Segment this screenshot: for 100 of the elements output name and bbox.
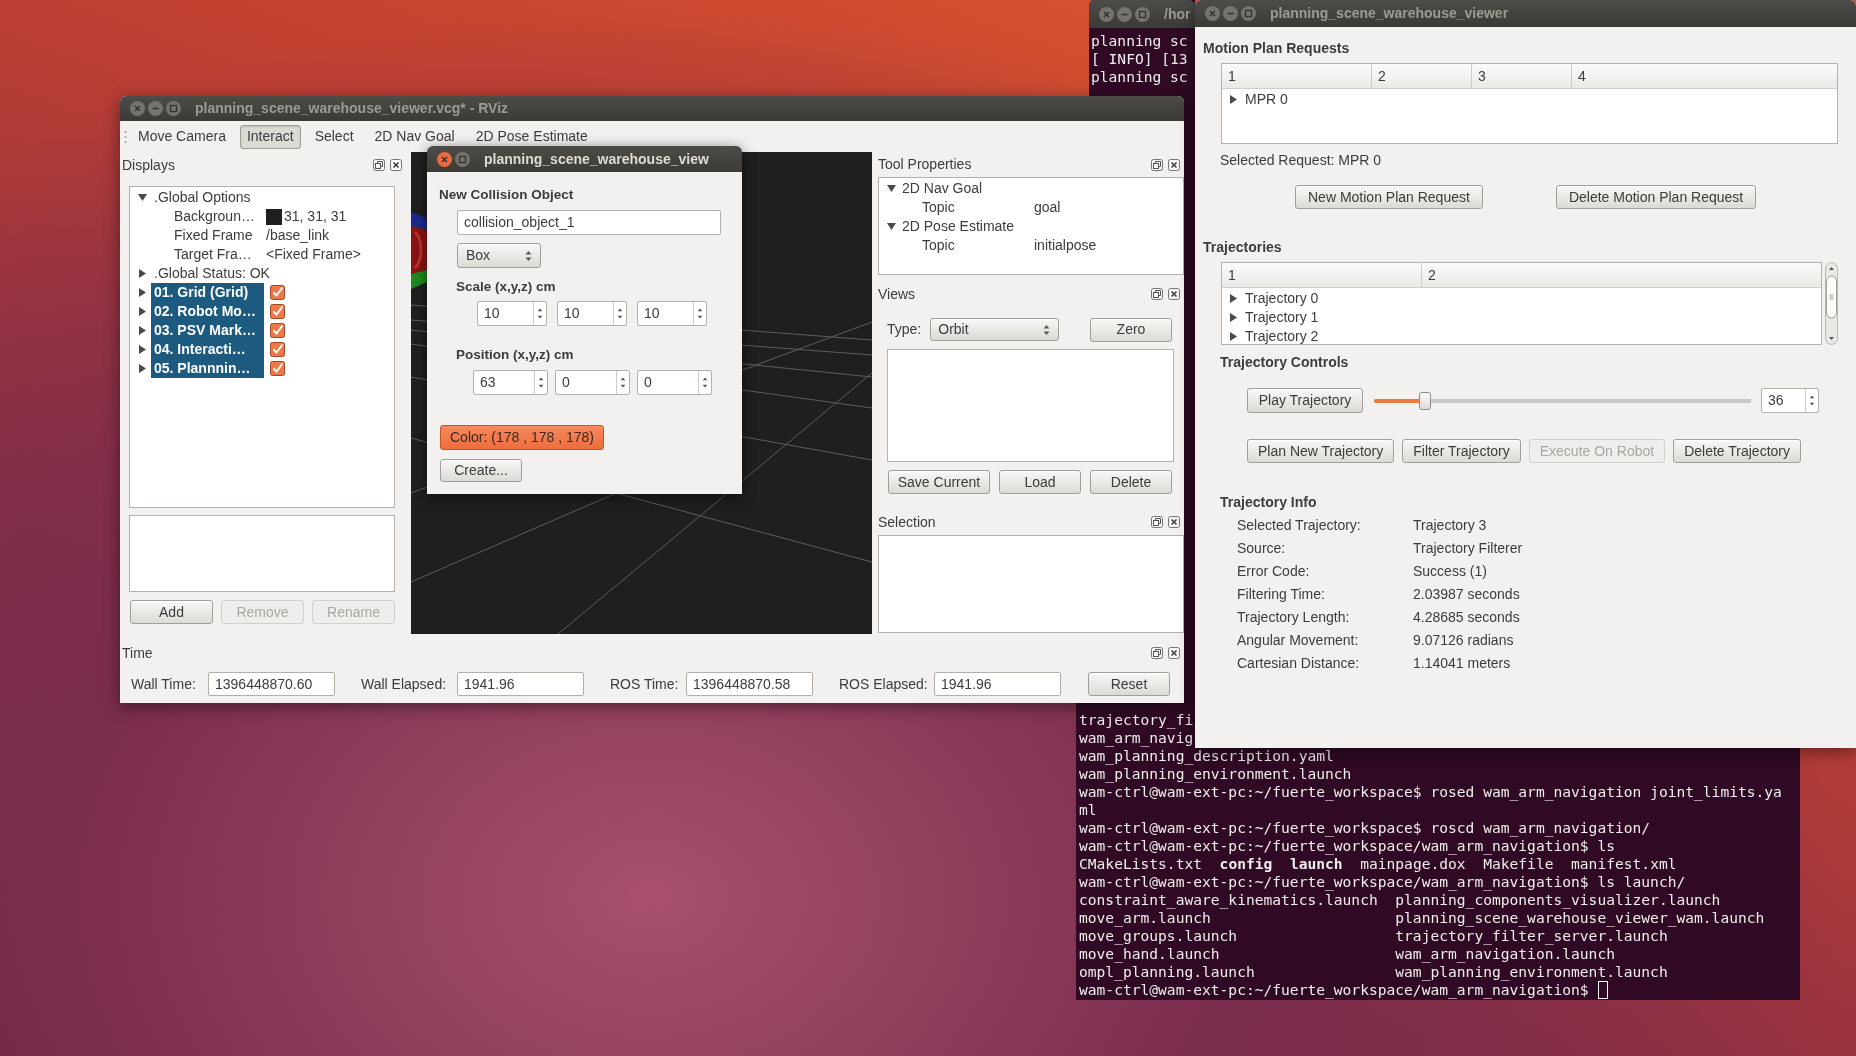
minimize-icon[interactable] (148, 101, 163, 116)
spinbox[interactable]: 63 (473, 370, 548, 395)
caret-right-icon[interactable] (1230, 313, 1237, 322)
close-icon[interactable] (1168, 288, 1180, 300)
trajectory-action-button[interactable]: Delete Trajectory (1673, 439, 1801, 463)
caret-right-icon[interactable] (139, 307, 146, 316)
caret-down-icon[interactable] (138, 194, 147, 201)
spinbox[interactable]: 0 (637, 370, 712, 395)
caret-down-icon[interactable] (887, 223, 896, 230)
object-name-field[interactable]: collision_object_1 (457, 210, 721, 235)
property-value[interactable]: 31, 31, 31 (284, 206, 347, 227)
caret-down-icon[interactable] (887, 185, 896, 192)
caret-right-icon[interactable] (1230, 332, 1237, 341)
request-action-button[interactable]: New Motion Plan Request (1295, 185, 1483, 209)
tree-item[interactable]: 01. Grid (Grid) (151, 283, 264, 302)
close-icon[interactable] (1168, 516, 1180, 528)
caret-right-icon[interactable] (139, 288, 146, 297)
tree-item[interactable]: 2D Pose Estimate (902, 216, 1015, 237)
property-value[interactable]: /base_link (266, 225, 330, 246)
time-field[interactable]: 1941.96 (934, 672, 1061, 696)
time-field[interactable]: 1941.96 (457, 672, 584, 696)
spinbox[interactable]: 0 (555, 370, 630, 395)
undock-icon[interactable] (1151, 647, 1163, 659)
caret-right-icon[interactable] (139, 364, 146, 373)
undock-icon[interactable] (1151, 288, 1163, 300)
time-label: ROS Time: (610, 674, 680, 694)
tree-item[interactable]: 04. Interacti… (151, 340, 264, 359)
slider-thumb[interactable] (1418, 391, 1431, 410)
property-name: Fixed Frame (173, 226, 254, 245)
tree-item[interactable]: 05. Plannnin… (151, 359, 264, 378)
view-action-button[interactable]: Load (999, 470, 1081, 494)
tree-item[interactable]: 02. Robot Mo… (151, 302, 264, 321)
column-header[interactable]: 3 (1472, 64, 1572, 88)
tree-item[interactable]: 2D Nav Goal (902, 178, 983, 199)
spinbox[interactable]: 36 (1761, 388, 1819, 413)
caret-right-icon[interactable] (1230, 294, 1237, 303)
undock-icon[interactable] (373, 159, 385, 171)
close-icon[interactable] (1168, 647, 1180, 659)
caret-right-icon[interactable] (139, 345, 146, 354)
caret-right-icon[interactable] (1230, 95, 1237, 104)
caret-right-icon[interactable] (139, 326, 146, 335)
grip-icon[interactable] (124, 129, 127, 144)
time-field[interactable]: 1396448870.60 (208, 672, 335, 696)
updown-arrows-icon (525, 249, 532, 262)
column-header[interactable]: 4 (1572, 64, 1837, 88)
time-field[interactable]: 1396448870.58 (686, 672, 813, 696)
view-type-dropdown[interactable]: Orbit (930, 318, 1060, 341)
column-header[interactable]: 1 (1222, 64, 1372, 88)
property-value[interactable]: initialpose (1034, 235, 1097, 256)
undock-icon[interactable] (1151, 516, 1163, 528)
checkbox[interactable] (270, 304, 285, 319)
play-trajectory-button[interactable]: Play Trajectory (1247, 388, 1363, 413)
checkbox[interactable] (270, 342, 285, 357)
checkbox[interactable] (270, 361, 285, 376)
column-header[interactable]: 1 (1222, 263, 1422, 287)
property-value[interactable]: <Fixed Frame> (266, 244, 361, 265)
property-value[interactable]: goal (1034, 197, 1061, 218)
spinbox[interactable]: 10 (477, 301, 547, 326)
display-action-button[interactable]: Add (130, 600, 213, 624)
toolbar-button[interactable]: 2D Nav Goal (367, 124, 462, 149)
tree-item[interactable]: Trajectory 1 (1244, 307, 1320, 328)
trajectory-action-button[interactable]: Filter Trajectory (1402, 439, 1521, 463)
tree-item[interactable]: .Global Status: OK (151, 264, 273, 283)
terminal-line: ml (1079, 801, 1097, 819)
tree-item[interactable]: 03. PSV Mark… (151, 321, 264, 340)
trajectory-action-button[interactable]: Plan New Trajectory (1247, 439, 1395, 463)
tree-item[interactable]: Trajectory 2 (1244, 326, 1320, 344)
checkbox[interactable] (270, 285, 285, 300)
toolbar-button[interactable]: 2D Pose Estimate (468, 124, 595, 149)
tree-item[interactable]: MPR 0 (1244, 89, 1289, 110)
toolbar-button[interactable]: Move Camera (131, 124, 233, 149)
column-header[interactable]: 2 (1422, 263, 1821, 287)
close-icon[interactable] (390, 159, 402, 171)
caret-right-icon[interactable] (139, 269, 146, 278)
minimize-icon[interactable] (1223, 6, 1238, 21)
tree-item[interactable]: .Global Options (151, 188, 264, 207)
toolbar-button[interactable]: Select (307, 124, 361, 149)
column-header[interactable]: 2 (1372, 64, 1472, 88)
maximize-icon[interactable] (166, 101, 181, 116)
view-action-button[interactable]: Delete (1090, 470, 1172, 494)
checkbox[interactable] (270, 323, 285, 338)
spinbox[interactable]: 10 (557, 301, 627, 326)
view-action-button[interactable]: Save Current (888, 470, 990, 494)
scrollbar[interactable] (1825, 262, 1838, 345)
maximize-icon[interactable] (1135, 6, 1150, 22)
undock-icon[interactable] (1151, 158, 1163, 171)
terminal-line: wam_planning_description.yaml (1079, 747, 1334, 765)
shape-dropdown[interactable]: Box (457, 243, 541, 268)
maximize-icon[interactable] (455, 151, 470, 167)
tree-item[interactable]: Trajectory 0 (1244, 288, 1320, 309)
request-action-button[interactable]: Delete Motion Plan Request (1555, 185, 1757, 209)
zero-button[interactable]: Zero (1090, 317, 1172, 342)
toolbar-button[interactable]: Interact (239, 124, 301, 149)
spinbox[interactable]: 10 (637, 301, 707, 326)
create-button[interactable]: Create... (440, 459, 522, 482)
close-icon[interactable] (1168, 158, 1180, 171)
terminal-line: wam_planning_environment.launch (1079, 765, 1352, 783)
maximize-icon[interactable] (1241, 6, 1256, 21)
reset-button[interactable]: Reset (1088, 672, 1170, 696)
color-button[interactable]: Color: (178 , 178 , 178) (440, 425, 604, 450)
